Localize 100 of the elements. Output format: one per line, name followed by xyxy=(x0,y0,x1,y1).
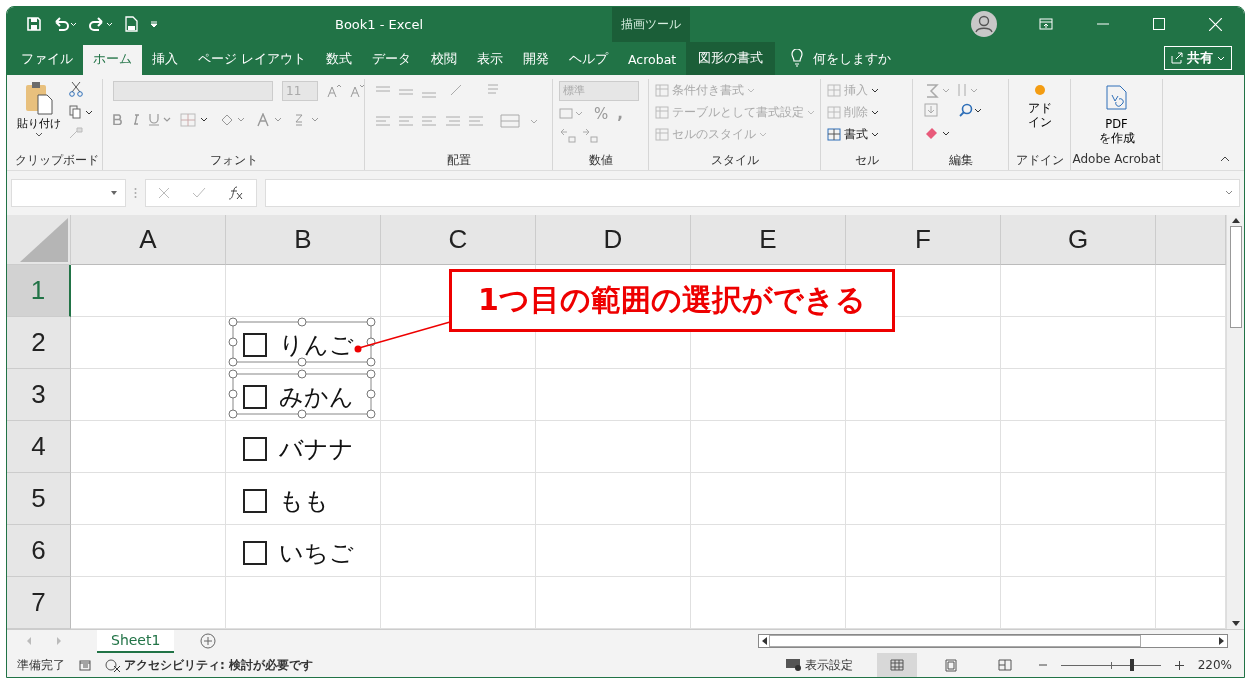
cell[interactable] xyxy=(691,524,846,577)
ribbon-tab[interactable]: 校閲 xyxy=(421,44,467,75)
row-header[interactable]: 3 xyxy=(7,368,71,421)
cell[interactable] xyxy=(536,524,691,577)
borders-icon[interactable] xyxy=(180,112,210,127)
zoom-slider-thumb[interactable] xyxy=(1129,659,1134,671)
cell[interactable] xyxy=(691,368,846,421)
currency-icon[interactable] xyxy=(559,106,585,121)
share-button[interactable]: 共有 xyxy=(1164,46,1232,71)
scroll-left-icon[interactable] xyxy=(762,637,767,646)
ribbon-tab[interactable]: 数式 xyxy=(316,44,362,75)
save-icon[interactable] xyxy=(27,17,41,32)
copy-icon[interactable] xyxy=(69,104,93,119)
column-header[interactable]: E xyxy=(691,214,846,265)
cell[interactable] xyxy=(1001,264,1156,317)
ribbon-tab[interactable]: ヘルプ xyxy=(559,44,618,75)
cell[interactable] xyxy=(691,576,846,629)
scroll-down-icon[interactable] xyxy=(1231,620,1240,626)
bold-icon[interactable] xyxy=(113,114,123,125)
shrink-font-icon[interactable] xyxy=(350,83,364,98)
row-header[interactable]: 5 xyxy=(7,472,71,525)
cell[interactable] xyxy=(71,264,226,317)
zoom-slider[interactable] xyxy=(1060,658,1161,672)
cell[interactable]: バナナ xyxy=(226,420,381,473)
cell[interactable] xyxy=(536,576,691,629)
horizontal-scrollbar[interactable] xyxy=(758,634,1228,649)
collapse-ribbon-icon[interactable] xyxy=(1220,155,1230,162)
insert-function-icon[interactable] xyxy=(228,185,244,200)
cancel-icon[interactable] xyxy=(158,186,170,199)
cell[interactable] xyxy=(381,524,536,577)
scroll-right-icon[interactable] xyxy=(1219,637,1224,646)
cell[interactable] xyxy=(846,472,1001,525)
macro-record-icon[interactable] xyxy=(79,659,91,671)
cell[interactable] xyxy=(691,420,846,473)
grow-font-icon[interactable] xyxy=(327,83,341,98)
cell[interactable] xyxy=(536,420,691,473)
italic-icon[interactable] xyxy=(132,114,140,125)
checkbox[interactable] xyxy=(243,332,267,357)
ribbon-tab[interactable]: 開発 xyxy=(513,44,559,75)
row-header[interactable]: 2 xyxy=(7,316,71,369)
select-all-corner[interactable] xyxy=(7,214,71,265)
cell[interactable] xyxy=(1001,316,1156,369)
format-painter-icon[interactable] xyxy=(69,126,83,139)
paste-button[interactable]: 貼り付け xyxy=(17,80,61,137)
column-header[interactable] xyxy=(1156,214,1226,265)
cell[interactable] xyxy=(846,576,1001,629)
column-header[interactable]: F xyxy=(846,214,1001,265)
column-header[interactable]: A xyxy=(71,214,226,265)
cell[interactable] xyxy=(71,316,226,369)
cell[interactable] xyxy=(71,420,226,473)
checkbox[interactable] xyxy=(243,384,267,409)
close-icon[interactable] xyxy=(1209,17,1222,31)
cell[interactable] xyxy=(71,524,226,577)
scroll-thumb[interactable] xyxy=(1229,225,1242,328)
cell[interactable] xyxy=(1001,576,1156,629)
search-field[interactable]: 何をしますか xyxy=(811,41,926,75)
cell[interactable] xyxy=(381,368,536,421)
cell[interactable] xyxy=(846,420,1001,473)
ribbon-tab[interactable]: ファイル xyxy=(11,44,83,75)
create-pdf-button[interactable]: PDF を作成 xyxy=(1098,80,1135,151)
sheet-nav-icon[interactable] xyxy=(27,637,61,646)
undo-icon[interactable] xyxy=(53,17,77,32)
font-color-icon[interactable] xyxy=(256,112,284,127)
font-name-field[interactable] xyxy=(113,80,273,101)
row-header[interactable]: 1 xyxy=(7,264,71,317)
cell[interactable] xyxy=(381,576,536,629)
row-header[interactable]: 4 xyxy=(7,420,71,473)
ribbon-tab[interactable]: 表示 xyxy=(467,44,513,75)
cell[interactable]: りんご xyxy=(226,316,381,369)
ribbon-tab[interactable]: ホーム xyxy=(83,44,142,75)
cell[interactable]: いちご xyxy=(226,524,381,577)
minimize-icon[interactable] xyxy=(1097,23,1109,26)
sheet-tab[interactable]: Sheet1 xyxy=(97,629,175,653)
column-header[interactable]: B xyxy=(226,214,381,265)
cell[interactable] xyxy=(846,524,1001,577)
row-header[interactable]: 6 xyxy=(7,524,71,577)
cell[interactable] xyxy=(226,264,381,317)
column-header[interactable]: D xyxy=(536,214,691,265)
cells-menu-button[interactable]: 書式 xyxy=(827,124,879,144)
formula-field[interactable] xyxy=(265,178,1240,207)
check-icon[interactable] xyxy=(192,186,206,199)
avatar-icon[interactable] xyxy=(971,11,997,38)
customize-icon[interactable] xyxy=(150,20,158,29)
decimal-icon[interactable] xyxy=(559,126,601,143)
cell[interactable]: もも xyxy=(226,472,381,525)
cell[interactable] xyxy=(1001,472,1156,525)
accessibility-status[interactable]: アクセシビリティ: 検討が必要です xyxy=(105,656,313,674)
checkbox[interactable] xyxy=(243,540,267,565)
ribbon-tab[interactable]: データ xyxy=(362,44,421,75)
cut-icon[interactable] xyxy=(69,80,83,97)
column-header[interactable]: C xyxy=(381,214,536,265)
cell[interactable] xyxy=(1001,420,1156,473)
print-preview-icon[interactable] xyxy=(125,16,138,33)
cell[interactable] xyxy=(846,368,1001,421)
zoom-level[interactable]: 220% xyxy=(1197,658,1232,672)
maximize-icon[interactable] xyxy=(1153,18,1165,31)
ribbon-tab[interactable]: ページ レイアウト xyxy=(188,44,316,75)
cell[interactable] xyxy=(71,368,226,421)
add-sheet-icon[interactable] xyxy=(200,633,217,650)
underline-icon[interactable] xyxy=(149,113,171,126)
